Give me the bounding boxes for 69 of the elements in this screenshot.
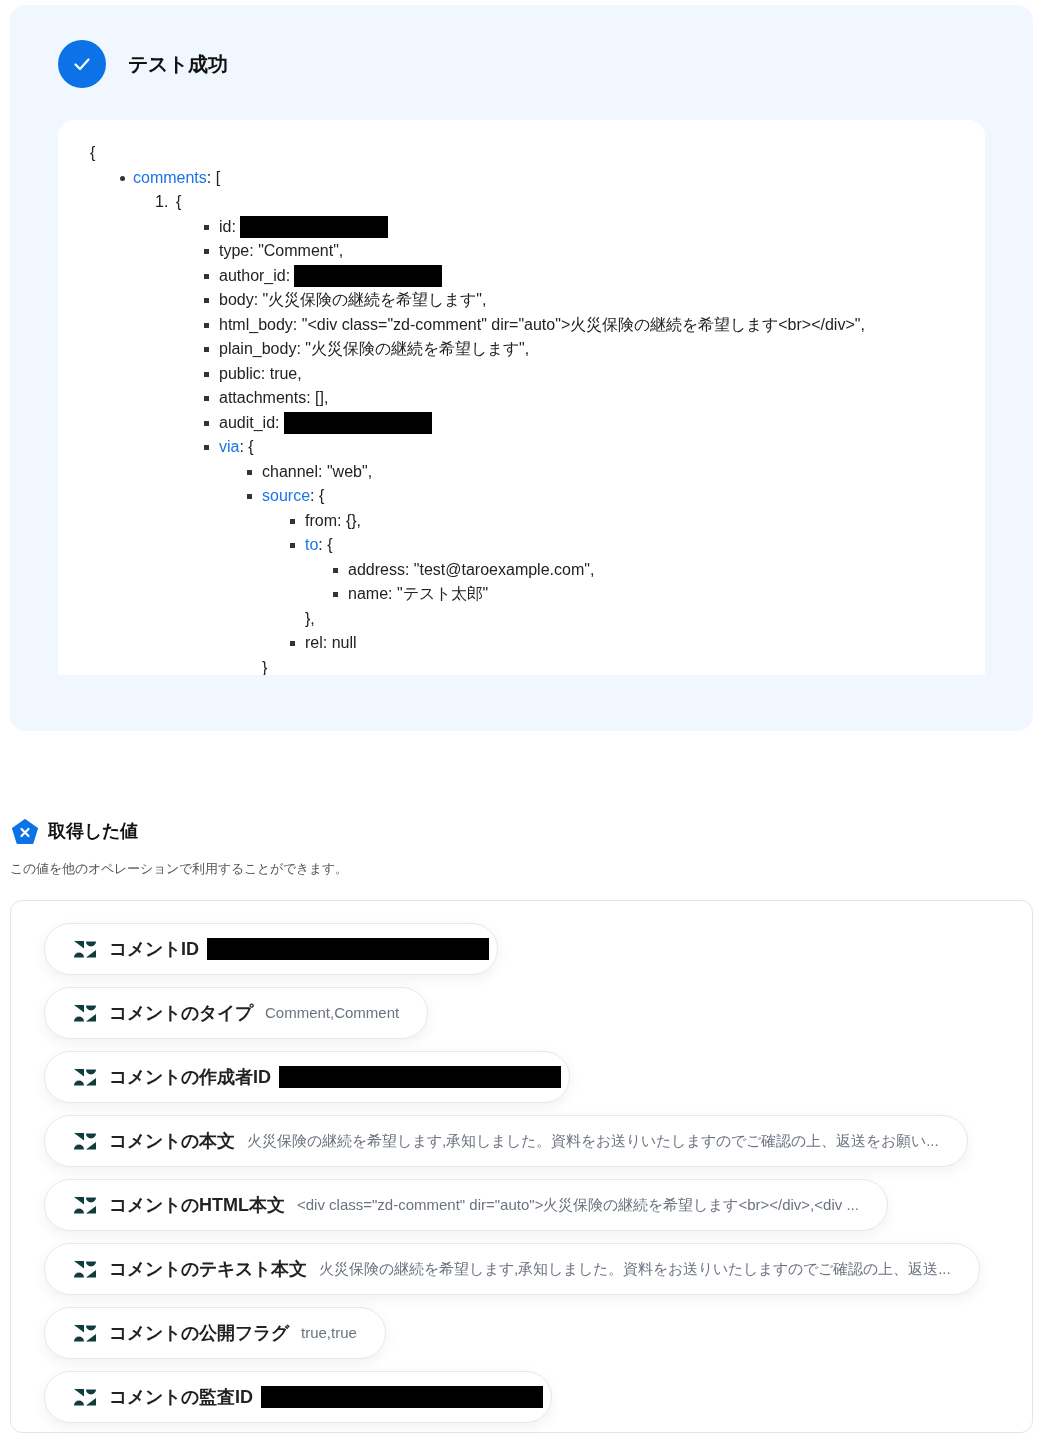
bullet-icon (290, 518, 295, 524)
code-key: via (219, 435, 240, 460)
value-text: <div class="zd-comment" dir="auto">火災保険の継続を希望します<br></div>,<div ... (297, 1194, 859, 1215)
app-logo-icon (74, 1260, 96, 1278)
bullet-icon (204, 396, 209, 401)
app-logo-icon (74, 1132, 96, 1150)
code-text: }, (305, 608, 315, 629)
code-text: author_id: (219, 265, 291, 286)
bullet-icon (204, 273, 209, 279)
code-text: name: "テスト太郎" (348, 584, 489, 604)
value-label: コメントのタイプ (109, 1001, 253, 1025)
bullet-icon (290, 641, 295, 646)
section-title: 取得した値 (48, 820, 138, 843)
bullet-icon (247, 494, 252, 499)
bullet-icon (204, 371, 209, 377)
app-logo-icon (74, 1388, 96, 1406)
app-logo-icon (74, 1068, 96, 1086)
bullet-icon (120, 175, 125, 181)
code-text: : { (310, 486, 325, 506)
app-logo-icon (12, 818, 38, 845)
code-text: body: "火災保険の継続を希望します", (219, 290, 487, 310)
value-text: true,true (301, 1322, 357, 1343)
value-label: コメントの作成者ID (109, 1065, 271, 1089)
bullet-icon (204, 347, 209, 352)
result-title: テスト成功 (128, 52, 228, 77)
code-text: address: "test@taroexample.com", (348, 559, 595, 580)
value-label: コメントの公開フラグ (109, 1321, 289, 1345)
code-key: to (305, 533, 319, 558)
section-description: この値を他のオペレーションで利用することができます。 (10, 860, 348, 878)
code-text: channel: "web", (262, 461, 373, 482)
app-logo-icon (74, 1196, 96, 1214)
code-text: from: {}, (305, 510, 362, 531)
code-key: comments (133, 165, 207, 190)
code-text: id: (219, 216, 236, 237)
bullet-icon (247, 469, 252, 475)
app-logo-icon (74, 1324, 96, 1342)
code-text: html_body: "<div class="zd-comment" dir="auto">火災保険の継続を希望します<br></div>", (219, 314, 865, 335)
bullet-icon (204, 420, 209, 426)
value-label: コメントの本文 (109, 1129, 235, 1153)
bullet-icon (204, 445, 209, 450)
code-text: type: "Comment", (219, 241, 344, 261)
code-text: } (262, 657, 268, 675)
value-text: 火災保険の継続を希望します,承知しました。資料をお送りいたしますのでご確認の上、返送... (319, 1258, 951, 1279)
code-text: : [ (206, 167, 221, 188)
value-text: 火災保険の継続を希望します,承知しました。資料をお送りいたしますのでご確認の上、返送をお願い... (247, 1130, 939, 1151)
bullet-icon (204, 298, 209, 303)
code-text: attachments: [], (219, 388, 329, 408)
value-label: コメントのHTML本文 (109, 1193, 285, 1217)
value-label: コメントのテキスト本文 (109, 1257, 307, 1281)
bullet-icon (290, 543, 295, 548)
app-logo-icon (74, 940, 96, 958)
bullet-icon (204, 249, 209, 254)
bullet-icon (333, 592, 338, 597)
bullet-icon (204, 224, 209, 230)
bullet-icon (204, 322, 209, 328)
code-text: : { (239, 437, 254, 457)
code-text: : { (318, 535, 333, 555)
value-text: Comment,Comment (265, 1002, 400, 1023)
code-text: plain_body: "火災保険の継続を希望します", (219, 339, 530, 359)
code-text: audit_id: (219, 412, 280, 433)
list-number: 1. (155, 192, 169, 212)
code-text: { (90, 143, 96, 163)
value-label: コメントID (109, 937, 199, 961)
code-text: rel: null (305, 633, 357, 653)
code-text: public: true, (219, 363, 302, 384)
code-text: { (176, 192, 182, 212)
value-label: コメントの監査ID (109, 1385, 253, 1409)
app-logo-icon (74, 1004, 96, 1022)
bullet-icon (333, 567, 338, 573)
